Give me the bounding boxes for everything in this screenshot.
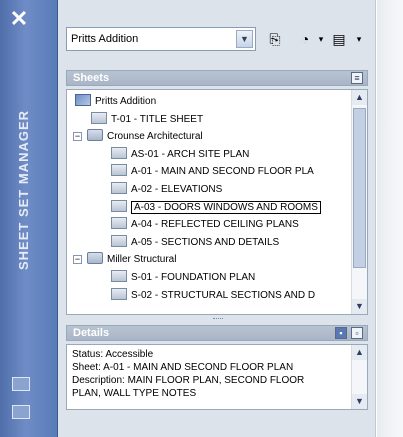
scroll-down-icon[interactable]: ▼ bbox=[352, 299, 367, 314]
view-dropdown-icon[interactable]: ▾ bbox=[348, 29, 370, 49]
palette-title-strip[interactable]: ✕ SHEET SET MANAGER bbox=[0, 0, 58, 437]
sheet-set-panel: Pritts Addition ▼ ⎘ ◔ ▾ ▤ ▾ Sheets ≡ ▲ ▼… bbox=[58, 0, 376, 437]
sheet-icon bbox=[111, 234, 127, 247]
tree-item-label: A-03 - DOORS WINDOWS AND ROOMS bbox=[131, 200, 321, 214]
sheet-icon bbox=[111, 287, 127, 300]
sheet-item[interactable]: S-02 - STRUCTURAL SECTIONS AND D bbox=[111, 287, 315, 304]
tree-item-label: Miller Structural bbox=[107, 254, 177, 266]
view-icon[interactable]: ▤ bbox=[328, 29, 350, 49]
tree-item-label: A-02 - ELEVATIONS bbox=[131, 184, 223, 195]
tree-expander-icon[interactable]: − bbox=[73, 255, 82, 265]
sheet-icon bbox=[111, 146, 127, 159]
sheet-item[interactable]: AS-01 - ARCH SITE PLAN bbox=[111, 146, 249, 163]
sheet-item[interactable]: A-04 - REFLECTED CEILING PLANS bbox=[111, 216, 299, 233]
sheet-item[interactable]: S-01 - FOUNDATION PLAN bbox=[111, 269, 255, 286]
tree-item-label: AS-01 - ARCH SITE PLAN bbox=[131, 148, 250, 160]
details-header-label: Details bbox=[73, 327, 110, 339]
details-view-icon[interactable]: ▪ bbox=[335, 327, 347, 339]
properties-icon[interactable] bbox=[12, 405, 30, 419]
sheets-tree[interactable]: ▲ ▼ Pritts Addition T-01 - TITLE SHEET − Cr… bbox=[66, 89, 368, 315]
sheet-item[interactable]: T-01 - TITLE SHEET bbox=[91, 111, 203, 128]
sheets-section-header[interactable]: Sheets ≡ bbox=[66, 70, 368, 86]
sheet-icon bbox=[111, 199, 127, 212]
auto-hide-icon[interactable] bbox=[12, 377, 30, 391]
tree-item-label: Crounse Architectural bbox=[107, 131, 203, 143]
tree-expander-icon[interactable]: − bbox=[73, 132, 82, 142]
sheet-set-root[interactable]: Pritts Addition bbox=[75, 93, 156, 110]
subset-item[interactable]: Miller Structural bbox=[87, 251, 176, 268]
sheet-set-dropdown[interactable]: Pritts Addition ▼ bbox=[66, 27, 256, 51]
tree-item-label: Pritts Addition bbox=[95, 96, 157, 107]
sheet-icon bbox=[111, 164, 127, 177]
sheet-set-value: Pritts Addition bbox=[71, 33, 139, 45]
details-line: Sheet: A-01 - MAIN AND SECOND FLOOR PLAN bbox=[72, 362, 294, 373]
sheet-icon bbox=[91, 111, 107, 124]
sheet-item[interactable]: A-02 - ELEVATIONS bbox=[111, 181, 222, 198]
subset-folder-icon bbox=[87, 252, 103, 265]
tree-item-label: A-01 - MAIN AND SECOND FLOOR PLA bbox=[131, 166, 314, 178]
details-section-header[interactable]: Details ▪ ▫ bbox=[66, 325, 368, 341]
details-line: Description: MAIN FLOOR PLAN, SECOND FLO… bbox=[72, 375, 305, 386]
sheets-header-label: Sheets bbox=[73, 72, 110, 84]
details-scroll-down-icon[interactable]: ▼ bbox=[352, 394, 367, 409]
sheet-icon bbox=[111, 270, 127, 282]
drawing-area-edge bbox=[377, 0, 403, 437]
splitter-grip[interactable] bbox=[213, 318, 223, 322]
scroll-thumb[interactable] bbox=[353, 108, 366, 268]
tree-item-label: T-01 - TITLE SHEET bbox=[111, 113, 204, 125]
sheet-icon bbox=[111, 217, 127, 230]
sheet-item[interactable]: A-01 - MAIN AND SECOND FLOOR PLA bbox=[111, 163, 314, 180]
toolbar: Pritts Addition ▼ ⎘ ◔ ▾ ▤ ▾ bbox=[66, 27, 370, 51]
details-scrollbar[interactable]: ▲ ▼ bbox=[351, 345, 367, 409]
details-panel: ▲ ▼ Status: Accessible Sheet: A-01 - MAIN… bbox=[66, 344, 368, 410]
details-scroll-up-icon[interactable]: ▲ bbox=[352, 345, 367, 360]
close-icon[interactable]: ✕ bbox=[8, 8, 30, 30]
scroll-up-icon[interactable]: ▲ bbox=[352, 90, 367, 105]
sheet-item[interactable]: A-05 - SECTIONS AND DETAILS bbox=[111, 234, 279, 251]
sheet-item[interactable]: A-03 - DOORS WINDOWS AND ROOMS bbox=[111, 199, 321, 216]
tree-item-label: A-05 - SECTIONS AND DETAILS bbox=[131, 236, 280, 248]
chevron-down-icon[interactable]: ▼ bbox=[236, 30, 253, 48]
collapse-sheets-icon[interactable]: ≡ bbox=[351, 72, 363, 84]
tree-item-label: S-02 - STRUCTURAL SECTIONS AND D bbox=[131, 289, 316, 301]
sheet-set-icon bbox=[75, 94, 91, 106]
sheet-set-icon[interactable]: ⎘ bbox=[264, 29, 286, 49]
subset-item[interactable]: Crounse Architectural bbox=[87, 128, 203, 145]
tree-item-label: S-01 - FOUNDATION PLAN bbox=[131, 272, 256, 283]
preview-view-icon[interactable]: ▫ bbox=[351, 327, 363, 339]
details-line: PLAN, WALL TYPE NOTES bbox=[72, 388, 197, 399]
palette-title: SHEET SET MANAGER bbox=[16, 109, 31, 270]
tree-item-label: A-04 - REFLECTED CEILING PLANS bbox=[131, 219, 299, 231]
tree-scrollbar[interactable]: ▲ ▼ bbox=[351, 90, 367, 314]
subset-folder-icon bbox=[87, 129, 103, 142]
details-line: Status: Accessible bbox=[72, 349, 154, 360]
sheet-icon bbox=[111, 182, 127, 194]
